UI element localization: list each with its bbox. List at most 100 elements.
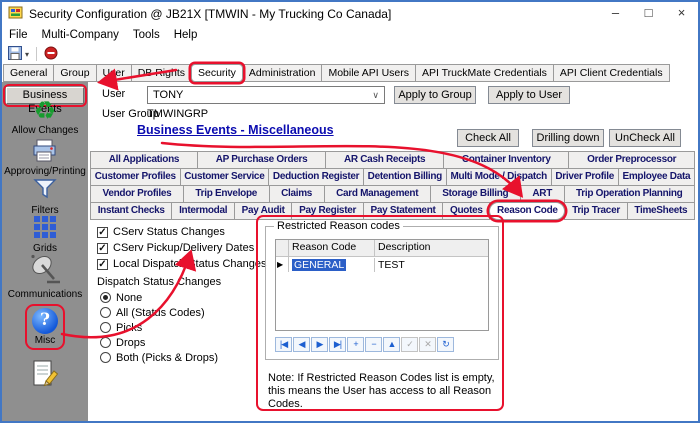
minimize-button[interactable]: – xyxy=(599,2,632,25)
subtab-claims[interactable]: Claims xyxy=(269,185,325,203)
subtab-quotes[interactable]: Quotes xyxy=(442,202,490,220)
sidebar-item-misc[interactable]: ?Misc xyxy=(32,308,58,346)
nav-refresh-button[interactable]: ↻ xyxy=(437,337,454,352)
menu-item-help[interactable]: Help xyxy=(167,29,205,41)
radio-circle[interactable] xyxy=(100,292,111,303)
save-dropdown-icon[interactable]: ▾ xyxy=(25,50,29,59)
checkbox-cserv-status-changes[interactable]: ✓CServ Status Changes xyxy=(97,224,266,240)
menu-item-tools[interactable]: Tools xyxy=(126,29,167,41)
nav-post-button[interactable]: ✓ xyxy=(401,337,418,352)
subtab-trip-tracer[interactable]: Trip Tracer xyxy=(564,202,627,220)
radio-circle[interactable] xyxy=(100,337,111,348)
subtab-customer-profiles[interactable]: Customer Profiles xyxy=(90,168,181,186)
nav-prior-button[interactable]: ◀ xyxy=(293,337,310,352)
menu-item-multi-company[interactable]: Multi-Company xyxy=(35,29,126,41)
nav-next-button[interactable]: ▶ xyxy=(311,337,328,352)
user-combobox[interactable]: TONY ∨ xyxy=(147,86,385,104)
radio-drops[interactable]: Drops xyxy=(100,335,218,350)
nav-first-button[interactable]: |◀ xyxy=(275,337,292,352)
subtab-timesheets[interactable]: TimeSheets xyxy=(627,202,695,220)
nav-last-button[interactable]: ▶| xyxy=(329,337,346,352)
radio-circle[interactable] xyxy=(100,307,111,318)
tab-user[interactable]: User xyxy=(96,64,132,82)
subtab-storage-billing[interactable]: Storage Billing xyxy=(430,185,521,203)
subtab-driver-profile[interactable]: Driver Profile xyxy=(551,168,619,186)
exit-icon[interactable] xyxy=(44,46,58,63)
subtab-card-management[interactable]: Card Management xyxy=(324,185,431,203)
subtab-all-applications[interactable]: All Applications xyxy=(90,151,198,169)
nav-cancel-button[interactable]: ✕ xyxy=(419,337,436,352)
subtab-art[interactable]: ART xyxy=(520,185,565,203)
checkbox-box[interactable]: ✓ xyxy=(97,259,108,270)
tab-api-truckmate-credentials[interactable]: API TruckMate Credentials xyxy=(415,64,554,82)
nav-delete-button[interactable]: − xyxy=(365,337,382,352)
check-all-button[interactable]: Check All xyxy=(457,129,519,147)
menu-item-file[interactable]: File xyxy=(2,29,35,41)
tab-administration[interactable]: Administration xyxy=(242,64,323,82)
tab-mobile-api-users[interactable]: Mobile API Users xyxy=(321,64,416,82)
maximize-button[interactable]: □ xyxy=(632,2,665,25)
table-row[interactable]: ▶GENERALTEST xyxy=(276,257,488,272)
sidebar-item-allow-changes[interactable]: ♻Allow Changes xyxy=(2,98,88,136)
security-configuration-window: Security Configuration @ JB21X [TMWIN - … xyxy=(0,0,700,423)
subtab-employee-data[interactable]: Employee Data xyxy=(618,168,695,186)
save-icon[interactable] xyxy=(8,46,22,63)
uncheck-all-button[interactable]: UnCheck All xyxy=(609,129,681,147)
reason-codes-grid[interactable]: Reason CodeDescription ▶GENERALTEST xyxy=(275,239,489,331)
subtab-container-inventory[interactable]: Container Inventory xyxy=(443,151,569,169)
checkbox-box[interactable]: ✓ xyxy=(97,227,108,238)
nav-edit-button[interactable]: ▲ xyxy=(383,337,400,352)
subtab-ap-purchase-orders[interactable]: AP Purchase Orders xyxy=(197,151,326,169)
subtab-order-preprocessor[interactable]: Order Preprocessor xyxy=(568,151,695,169)
radio-all-status-codes[interactable]: All (Status Codes) xyxy=(100,305,218,320)
user-label: User xyxy=(102,88,125,100)
subtab-ar-cash-receipts[interactable]: AR Cash Receipts xyxy=(325,151,444,169)
tab-group[interactable]: Group xyxy=(53,64,96,82)
sidebar-item-filters[interactable]: Filters xyxy=(2,177,88,216)
sidebar-item-approving-printing[interactable]: Approving/Printing xyxy=(2,139,88,177)
radio-both-picks-drops[interactable]: Both (Picks & Drops) xyxy=(100,350,218,365)
subtab-row-2: Customer ProfilesCustomer ServiceDeducti… xyxy=(91,169,695,186)
sidebar-item-label: Communications xyxy=(8,289,82,300)
tab-general[interactable]: General xyxy=(3,64,54,82)
radio-circle[interactable] xyxy=(100,322,111,333)
subtab-detention-billing[interactable]: Detention Billing xyxy=(363,168,447,186)
groupbox-title: Restricted Reason codes xyxy=(274,220,403,232)
sidebar-item-communications[interactable]: Communications xyxy=(2,253,88,300)
checkbox-box[interactable]: ✓ xyxy=(97,243,108,254)
sidebar-item-grids[interactable]: Grids xyxy=(2,215,88,254)
subtab-reason-code[interactable]: Reason Code xyxy=(489,202,565,220)
subtab-intermodal[interactable]: Intermodal xyxy=(171,202,235,220)
subtab-pay-audit[interactable]: Pay Audit xyxy=(234,202,292,220)
tab-security[interactable]: Security xyxy=(191,64,243,82)
tab-db-rights[interactable]: DB Rights xyxy=(131,64,192,82)
subtab-pay-statement[interactable]: Pay Statement xyxy=(363,202,443,220)
apply-to-user-button[interactable]: Apply to User xyxy=(488,86,570,104)
close-button[interactable]: × xyxy=(665,2,698,25)
cell-description: TEST xyxy=(375,258,488,272)
user-group-value: TMWINGRP xyxy=(147,108,208,120)
subtab-multi-mode-dispatch[interactable]: Multi Mode / Dispatch xyxy=(446,168,552,186)
subtab-instant-checks[interactable]: Instant Checks xyxy=(90,202,172,220)
drilling-down-button[interactable]: Drilling down xyxy=(532,129,604,147)
subtab-trip-envelope[interactable]: Trip Envelope xyxy=(183,185,270,203)
apply-to-group-button[interactable]: Apply to Group xyxy=(394,86,476,104)
chevron-down-icon[interactable]: ∨ xyxy=(372,90,379,101)
dispatch-status-group-label: Dispatch Status Changes xyxy=(97,276,221,288)
radio-none[interactable]: None xyxy=(100,290,218,305)
radio-picks[interactable]: Picks xyxy=(100,320,218,335)
radio-circle[interactable] xyxy=(100,352,111,363)
subtab-customer-service[interactable]: Customer Service xyxy=(180,168,270,186)
nav-insert-button[interactable]: + xyxy=(347,337,364,352)
tab-api-client-credentials[interactable]: API Client Credentials xyxy=(553,64,670,82)
subtab-pay-register[interactable]: Pay Register xyxy=(291,202,363,220)
checkbox-cserv-pickup-delivery-dates[interactable]: ✓CServ Pickup/Delivery Dates xyxy=(97,240,266,256)
subtab-trip-operation-planning[interactable]: Trip Operation Planning xyxy=(564,185,695,203)
subtab-deduction-register[interactable]: Deduction Register xyxy=(268,168,364,186)
main-tabstrip: GeneralGroupUserDB RightsSecurityAdminis… xyxy=(4,64,696,82)
checkbox-local-dispatch-status-changes[interactable]: ✓Local Dispatch Status Changes xyxy=(97,256,266,272)
radio-label: All (Status Codes) xyxy=(116,307,205,319)
sidebar-item-partial[interactable] xyxy=(2,360,88,393)
grid-header: Reason CodeDescription xyxy=(276,240,488,257)
subtab-vendor-profiles[interactable]: Vendor Profiles xyxy=(90,185,184,203)
